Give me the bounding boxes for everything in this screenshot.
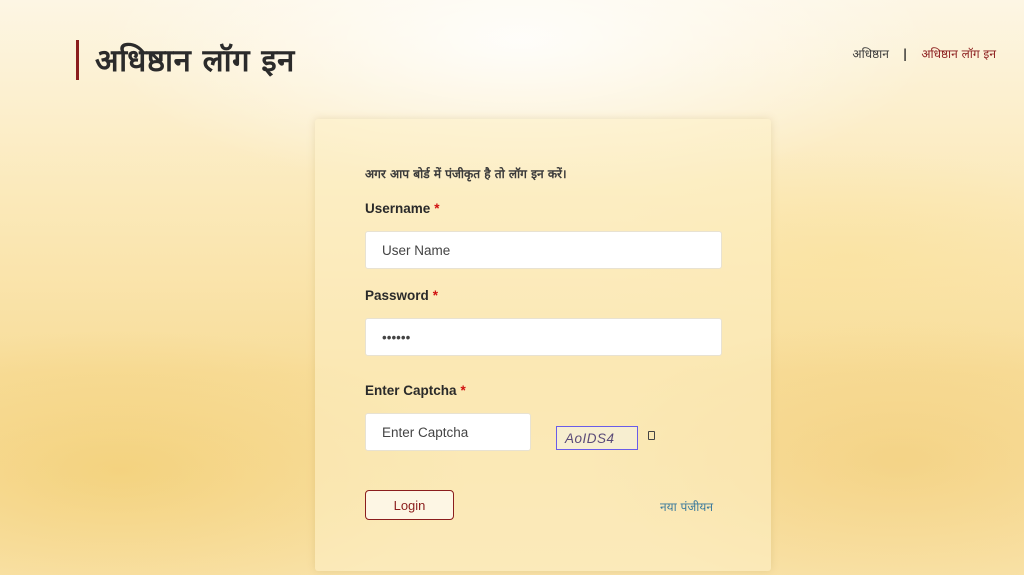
login-intro-text: अगर आप बोर्ड में पंजीकृत है तो लॉग इन कर… bbox=[365, 167, 567, 181]
breadcrumb-home-link[interactable]: अधिष्ठान bbox=[852, 45, 889, 62]
username-label: Username * bbox=[365, 201, 440, 216]
login-button[interactable]: Login bbox=[365, 490, 454, 520]
required-marker: * bbox=[460, 383, 466, 398]
new-registration-link[interactable]: नया पंजीयन bbox=[660, 498, 713, 515]
breadcrumb-separator: | bbox=[902, 46, 908, 61]
username-label-text: Username bbox=[365, 201, 431, 216]
username-input[interactable] bbox=[365, 231, 722, 269]
password-label-text: Password bbox=[365, 288, 429, 303]
captcha-label: Enter Captcha * bbox=[365, 383, 466, 398]
breadcrumb: अधिष्ठान | अधिष्ठान लॉग इन bbox=[852, 45, 996, 62]
password-input[interactable] bbox=[365, 318, 722, 356]
required-marker: * bbox=[432, 288, 439, 303]
login-card: अगर आप बोर्ड में पंजीकृत है तो लॉग इन कर… bbox=[315, 119, 771, 571]
page-title: अधिष्ठान लॉग इन bbox=[95, 43, 295, 79]
password-label: Password * bbox=[365, 288, 438, 303]
captcha-label-text: Enter Captcha bbox=[365, 383, 457, 398]
page-header: अधिष्ठान लॉग इन bbox=[76, 40, 295, 80]
captcha-input[interactable] bbox=[365, 413, 531, 451]
breadcrumb-current: अधिष्ठान लॉग इन bbox=[921, 47, 996, 61]
refresh-icon[interactable] bbox=[648, 431, 655, 440]
captcha-image: AoIDS4 bbox=[556, 426, 638, 450]
required-marker: * bbox=[434, 201, 440, 216]
